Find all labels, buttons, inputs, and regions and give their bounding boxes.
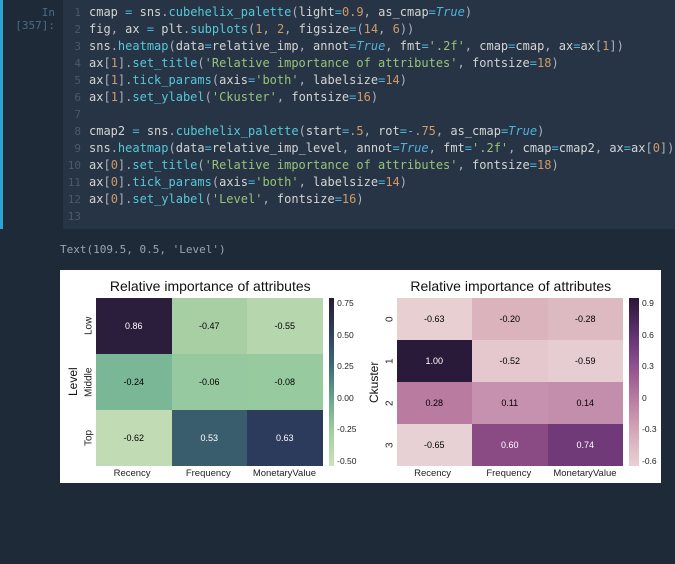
heatmap-cell: -0.28 xyxy=(548,298,624,340)
heatmap-cell: 0.14 xyxy=(548,382,624,424)
heatmap-cell: -0.65 xyxy=(397,424,473,466)
subplot-left-xticks: Recency Frequency MonetaryValue xyxy=(64,466,357,479)
heatmap-cell: 0.63 xyxy=(247,410,323,466)
figure-output: Relative importance of attributes Level … xyxy=(60,270,661,483)
text-output: Text(109.5, 0.5, 'Level') xyxy=(0,229,675,270)
subplot-right-xticks: Recency Frequency MonetaryValue xyxy=(365,466,658,479)
heatmap-cell: -0.63 xyxy=(397,298,473,340)
code-editor[interactable]: 12345678910111213 cmap = sns.cubehelix_p… xyxy=(63,0,675,229)
heatmap-cell: -0.47 xyxy=(172,298,248,354)
code-cell: In [357]: 12345678910111213 cmap = sns.c… xyxy=(0,0,675,229)
subplot-right-title: Relative importance of attributes xyxy=(365,278,658,294)
subplot-left-yticks: Low Middle Top xyxy=(82,298,96,466)
heatmap-cell: -0.20 xyxy=(472,298,548,340)
heatmap-cell: 0.60 xyxy=(472,424,548,466)
heatmap-left: 0.86-0.47-0.55 -0.24-0.06-0.08 -0.620.530.… xyxy=(96,298,323,466)
code-body[interactable]: cmap = sns.cubehelix_palette(light=0.9, … xyxy=(89,4,675,225)
heatmap-cell: 0.74 xyxy=(548,424,624,466)
heatmap-cell: -0.06 xyxy=(172,354,248,410)
heatmap-cell: 0.11 xyxy=(472,382,548,424)
heatmap-right: -0.63-0.20-0.28 1.00-0.52-0.59 0.280.110.1… xyxy=(397,298,624,466)
colorbar-right: 0.90.60.30-0.3-0.6 xyxy=(623,298,657,466)
subplot-left-title: Relative importance of attributes xyxy=(64,278,357,294)
heatmap-cell: -0.08 xyxy=(247,354,323,410)
input-prompt: In [357]: xyxy=(3,0,63,229)
heatmap-cell: -0.52 xyxy=(472,340,548,382)
heatmap-cell: -0.59 xyxy=(548,340,624,382)
heatmap-cell: -0.62 xyxy=(96,410,172,466)
line-number-gutter: 12345678910111213 xyxy=(63,4,89,225)
heatmap-cell: 1.00 xyxy=(397,340,473,382)
heatmap-cell: 0.86 xyxy=(96,298,172,354)
heatmap-cell: 0.53 xyxy=(172,410,248,466)
subplot-right: Relative importance of attributes Ckuste… xyxy=(365,278,658,479)
subplot-left-ylabel: Level xyxy=(64,298,82,466)
subplot-right-yticks: 0 1 2 3 xyxy=(383,298,397,466)
heatmap-cell: -0.55 xyxy=(247,298,323,354)
heatmap-cell: 0.28 xyxy=(397,382,473,424)
subplot-right-ylabel: Ckuster xyxy=(365,298,383,466)
subplot-left: Relative importance of attributes Level … xyxy=(64,278,357,479)
heatmap-cell: -0.24 xyxy=(96,354,172,410)
colorbar-left: 0.750.500.250.00-0.25-0.50 xyxy=(323,298,357,466)
